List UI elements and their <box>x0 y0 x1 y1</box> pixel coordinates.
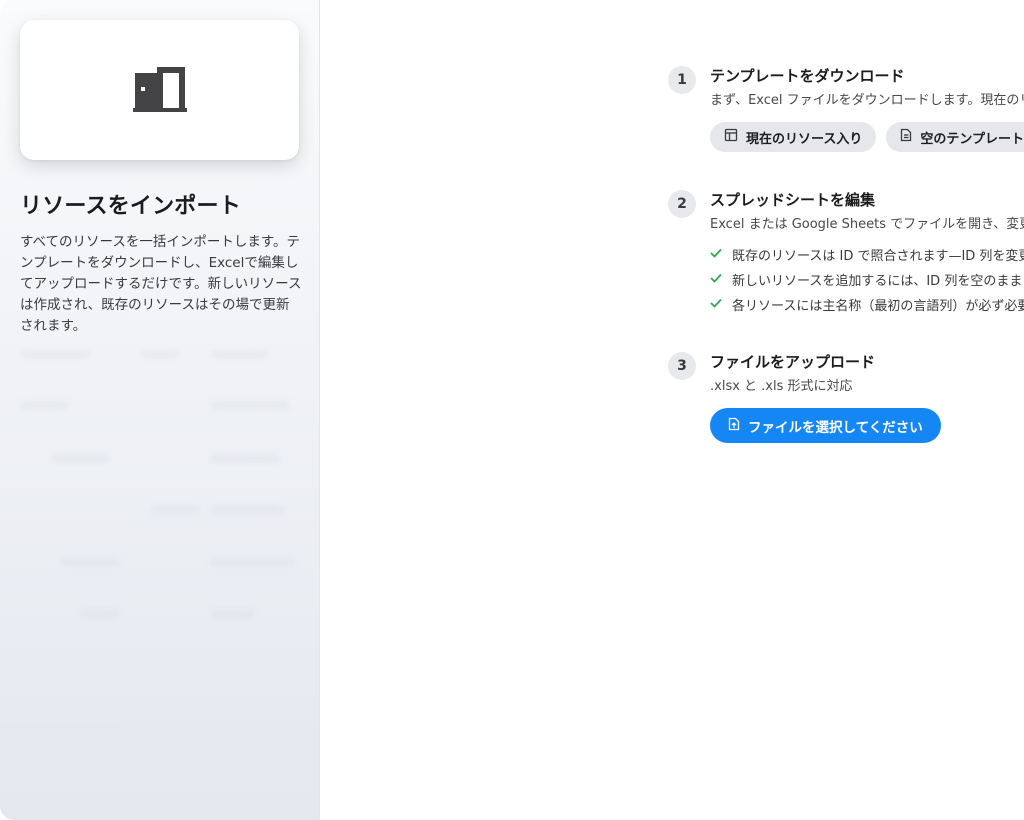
download-empty-template-button[interactable]: 空のテンプレート <box>886 122 1024 152</box>
content-panel: 1 テンプレートをダウンロード まず、Excel ファイルをダウンロードします。… <box>320 0 1024 820</box>
download-with-resources-button[interactable]: 現在のリソース入り <box>710 122 877 152</box>
step-title: ファイルをアップロード <box>710 353 876 371</box>
step-number: 1 <box>668 66 696 94</box>
step-title: テンプレートをダウンロード <box>710 67 905 85</box>
requirements-list: 既存のリソースは ID で照合されます—ID 列を変更しないでください 新しいリ… <box>710 242 1024 317</box>
preview-card <box>20 20 299 160</box>
list-item-text: 既存のリソースは ID で照合されます—ID 列を変更しないでください <box>732 249 1024 264</box>
left-panel: リソースをインポート すべてのリソースを一括インポートします。テンプレートをダウ… <box>0 0 320 820</box>
list-item: 新しいリソースを追加するには、ID 列を空のままにしてください <box>710 267 1024 292</box>
panel-title: リソースをインポート <box>20 194 241 219</box>
step-description: Excel または Google Sheets でファイルを開き、変更して保存し… <box>710 217 1024 232</box>
list-item: 各リソースには主名称（最初の言語列）が必ず必要です <box>710 292 1024 317</box>
step-number: 3 <box>668 352 696 380</box>
list-item: 既存のリソースは ID で照合されます—ID 列を変更しないでください <box>710 242 1024 267</box>
check-icon <box>710 272 722 287</box>
select-file-button[interactable]: ファイルを選択してください <box>710 408 941 443</box>
panel-description: すべてのリソースを一括インポートします。テンプレートをダウンロードし、Excel… <box>20 234 302 334</box>
list-item-text: 新しいリソースを追加するには、ID 列を空のままにしてください <box>732 274 1024 289</box>
step-number: 2 <box>668 190 696 218</box>
import-dialog: リソースをインポート すべてのリソースを一括インポートします。テンプレートをダウ… <box>0 0 1024 820</box>
list-item-text: 各リソースには主名称（最初の言語列）が必ず必要です <box>732 299 1024 314</box>
button-label: 空のテンプレート <box>920 131 1024 147</box>
table-icon <box>724 128 738 146</box>
document-icon <box>900 128 912 146</box>
check-icon <box>710 297 722 312</box>
step-title: スプレッドシートを編集 <box>710 191 876 209</box>
step-description: まず、Excel ファイルをダウンロードします。現在のリソース入りか空のテンプレ… <box>710 93 1024 108</box>
door-import-icon <box>132 63 187 117</box>
button-label: ファイルを選択してください <box>748 419 923 436</box>
background-blur <box>20 340 299 700</box>
step-description: .xlsx と .xls 形式に対応 <box>710 379 853 394</box>
file-upload-icon <box>728 417 740 435</box>
button-label: 現在のリソース入り <box>746 131 863 147</box>
check-icon <box>710 247 722 262</box>
